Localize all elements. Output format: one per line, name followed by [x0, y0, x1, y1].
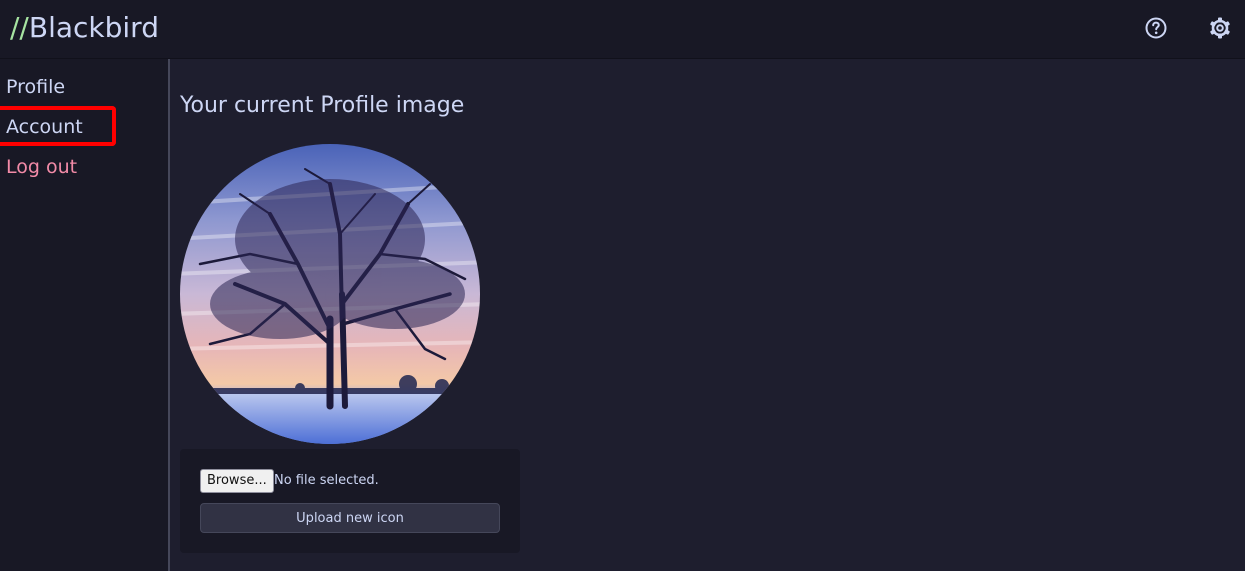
page-title: Your current Profile image: [180, 93, 465, 118]
profile-image: [180, 144, 480, 444]
file-status-text: No file selected.: [274, 473, 379, 488]
app-logo[interactable]: //Blackbird: [10, 10, 159, 46]
sidebar-item-profile[interactable]: Profile: [6, 75, 65, 99]
sidebar-item-logout[interactable]: Log out: [6, 155, 77, 179]
upload-card: Browse... No file selected. Upload new i…: [180, 449, 520, 553]
help-circle-icon[interactable]: [1144, 16, 1168, 40]
browse-button[interactable]: Browse...: [200, 469, 274, 493]
logo-slashes: //: [10, 11, 29, 44]
gear-icon[interactable]: [1208, 16, 1232, 40]
main-content: Your current Profile image Browse... No …: [170, 59, 1245, 571]
logo-text: Blackbird: [28, 11, 159, 44]
upload-new-icon-button[interactable]: Upload new icon: [200, 503, 500, 533]
app-header: //Blackbird: [0, 0, 1245, 59]
sidebar-item-account[interactable]: Account: [6, 115, 83, 139]
sidebar: Profile Account Log out: [0, 59, 170, 571]
